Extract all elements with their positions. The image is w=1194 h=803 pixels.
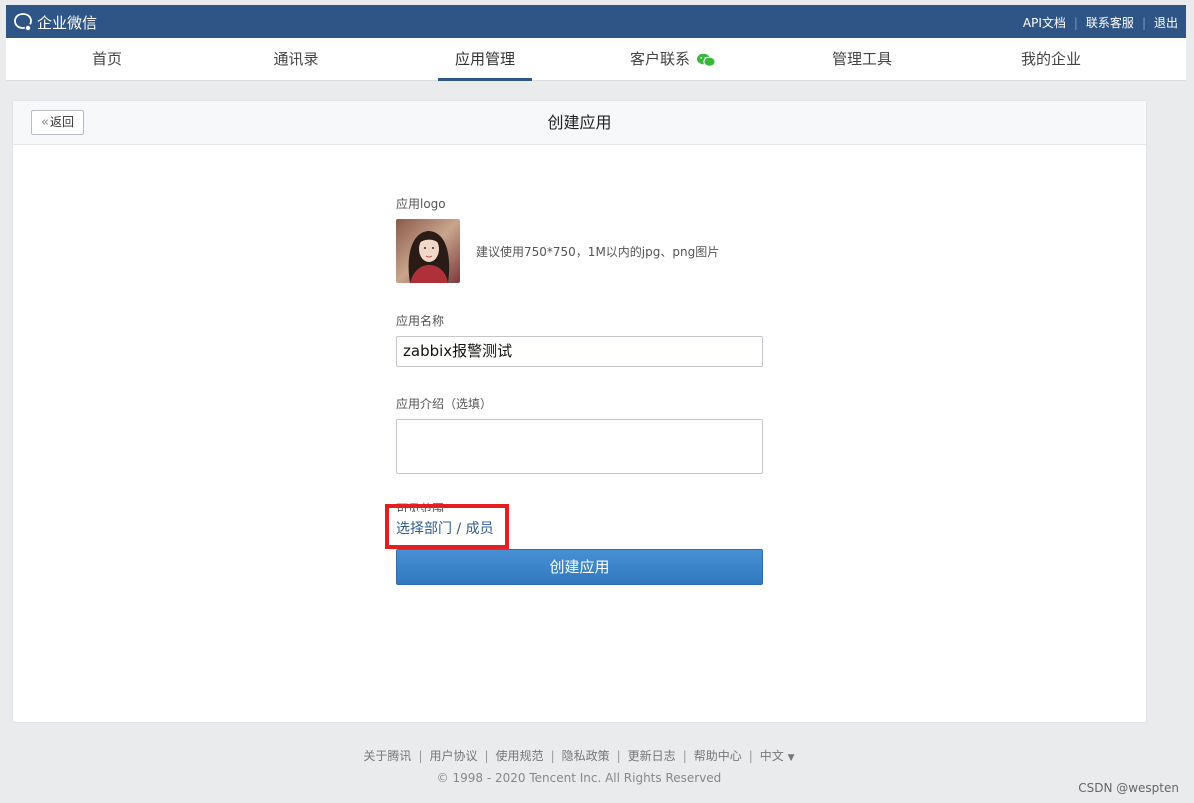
nav-customer-contact[interactable]: 客户联系 bbox=[608, 38, 738, 81]
app-logo-image[interactable] bbox=[396, 219, 460, 283]
create-app-card: 创建应用 «返回 应用logo 建议使用750*750，1M以内的jpg、png… bbox=[12, 100, 1147, 723]
logout-link[interactable]: 退出 bbox=[1154, 14, 1178, 31]
app-intro-label: 应用介绍（选填） bbox=[396, 397, 493, 411]
main-nav: 首页 通讯录 应用管理 客户联系 管理工具 我的企业 bbox=[6, 38, 1186, 81]
logo-label: 应用logo bbox=[396, 197, 446, 211]
watermark: CSDN @wespten bbox=[1078, 781, 1179, 795]
top-links: API文档 | 联系客服 | 退出 bbox=[1023, 14, 1178, 31]
app-name-label: 应用名称 bbox=[396, 314, 445, 328]
logo-hint: 建议使用750*750，1M以内的jpg、png图片 bbox=[476, 244, 720, 259]
brand-name: 企业微信 bbox=[37, 13, 98, 32]
footer-usage-rules-link[interactable]: 使用规范 bbox=[496, 749, 544, 763]
nav-app-management[interactable]: 应用管理 bbox=[438, 38, 532, 81]
annotation-highlight-box bbox=[385, 504, 509, 549]
wecom-logo-icon bbox=[14, 13, 32, 31]
divider: | bbox=[550, 749, 555, 763]
app-intro-textarea[interactable] bbox=[396, 419, 763, 474]
top-bar: 企业微信 API文档 | 联系客服 | 退出 bbox=[6, 5, 1186, 38]
back-button[interactable]: «返回 bbox=[31, 110, 84, 135]
divider: | bbox=[1073, 15, 1078, 30]
page-title: 创建应用 bbox=[547, 113, 612, 132]
divider: | bbox=[484, 749, 489, 763]
footer-privacy-link[interactable]: 隐私政策 bbox=[562, 749, 610, 763]
nav-contacts[interactable]: 通讯录 bbox=[249, 38, 343, 81]
double-chevron-left-icon: « bbox=[41, 115, 49, 130]
caret-down-icon: ▼ bbox=[787, 753, 795, 763]
nav-admin-tools[interactable]: 管理工具 bbox=[815, 38, 909, 81]
wechat-icon bbox=[697, 53, 716, 67]
nav-my-company[interactable]: 我的企业 bbox=[1004, 38, 1098, 81]
api-docs-link[interactable]: API文档 bbox=[1023, 14, 1066, 31]
language-label: 中文 bbox=[759, 749, 784, 763]
divider: | bbox=[418, 749, 423, 763]
create-app-button[interactable]: 创建应用 bbox=[396, 549, 763, 585]
language-select[interactable]: 中文 ▼ bbox=[760, 749, 795, 763]
divider: | bbox=[616, 749, 621, 763]
divider: | bbox=[748, 749, 753, 763]
app-name-input[interactable]: zabbix报警测试 bbox=[396, 336, 763, 367]
submit-row: 创建应用 bbox=[396, 549, 764, 585]
nav-home[interactable]: 首页 bbox=[60, 38, 154, 81]
divider: | bbox=[682, 749, 687, 763]
nav-customer-contact-label: 客户联系 bbox=[629, 50, 690, 68]
copyright: © 1998 - 2020 Tencent Inc. All Rights Re… bbox=[436, 771, 722, 785]
footer-about-link[interactable]: 关于腾讯 bbox=[363, 749, 411, 763]
footer-changelog-link[interactable]: 更新日志 bbox=[628, 749, 676, 763]
footer-links: 关于腾讯 | 用户协议 | 使用规范 | 隐私政策 | 更新日志 | 帮助中心 | 中文 ▼ bbox=[0, 747, 1158, 764]
contact-support-link[interactable]: 联系客服 bbox=[1086, 14, 1134, 31]
footer-user-agreement-link[interactable]: 用户协议 bbox=[429, 749, 477, 763]
logo-row: 建议使用750*750，1M以内的jpg、png图片 bbox=[396, 219, 764, 283]
card-header: 创建应用 «返回 bbox=[13, 101, 1146, 145]
back-button-label: 返回 bbox=[49, 115, 74, 129]
footer-help-center-link[interactable]: 帮助中心 bbox=[694, 749, 742, 763]
divider: | bbox=[1141, 15, 1146, 30]
brand[interactable]: 企业微信 bbox=[12, 11, 97, 33]
